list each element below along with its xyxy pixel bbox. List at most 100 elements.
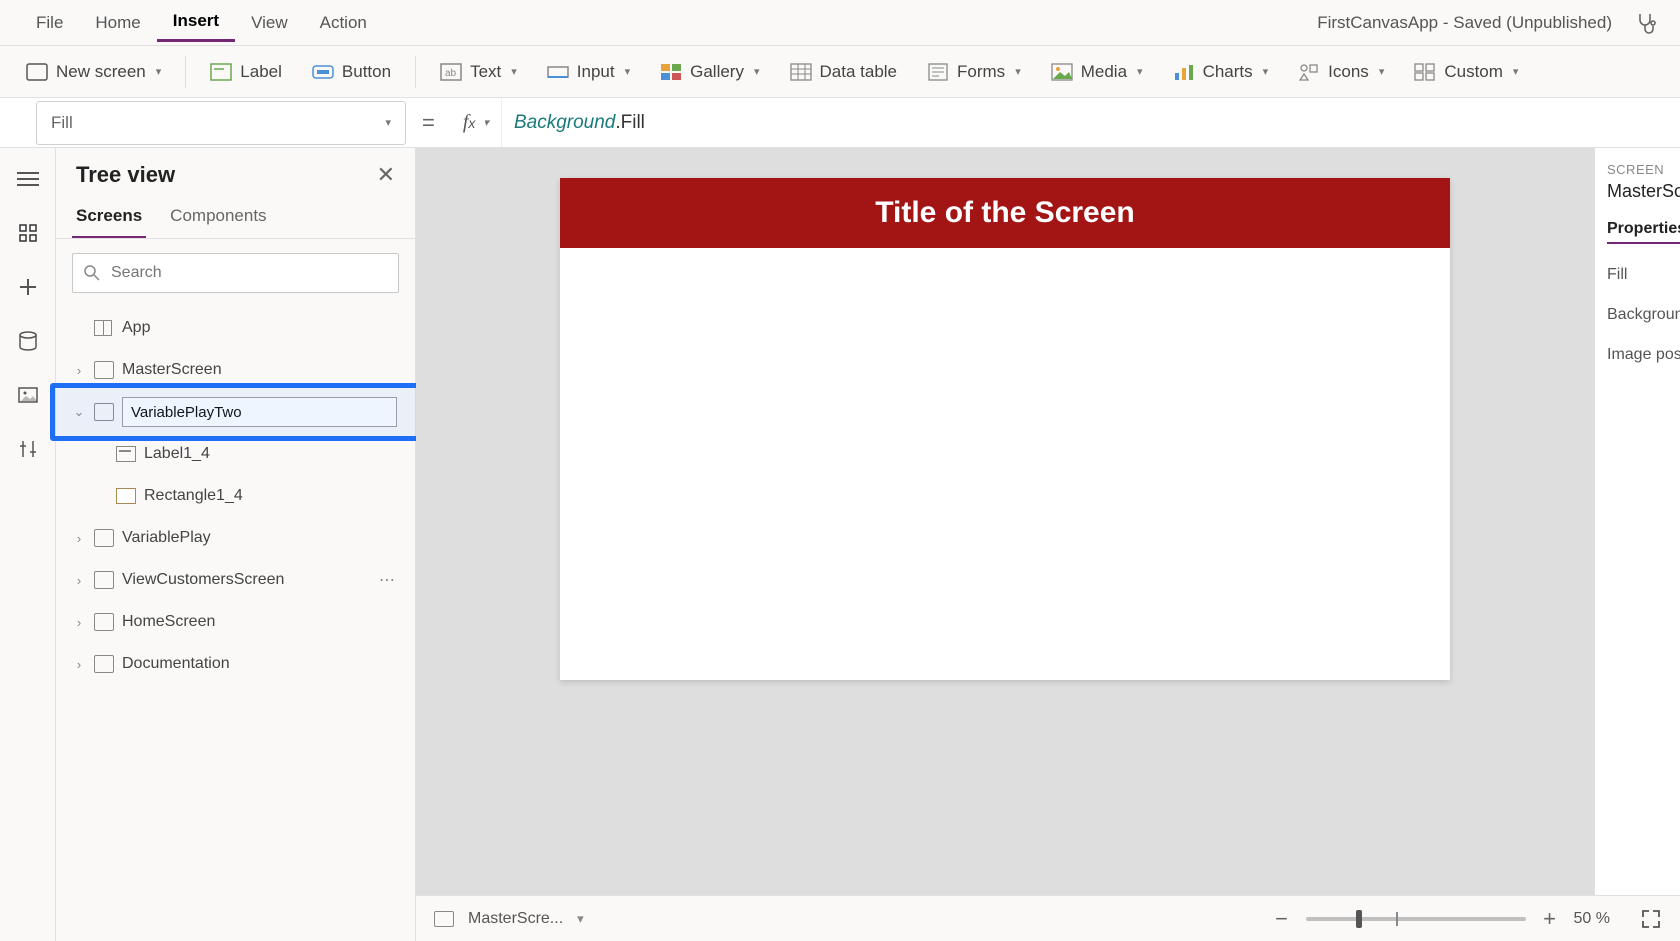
rename-input[interactable] xyxy=(122,397,397,427)
tree-item-masterscreen[interactable]: › MasterScreen xyxy=(64,349,407,391)
media-button[interactable]: Media ▾ xyxy=(1045,57,1149,87)
tree-item-app[interactable]: App xyxy=(64,307,407,349)
datatable-button[interactable]: Data table xyxy=(784,57,904,87)
prop-background[interactable]: Background xyxy=(1607,306,1668,324)
more-icon[interactable]: ⋯ xyxy=(379,570,397,590)
charts-btn-text: Charts xyxy=(1203,62,1253,82)
properties-panel: SCREEN MasterScre Properties Fill Backgr… xyxy=(1594,148,1680,941)
tree-view-title: Tree view xyxy=(76,162,175,188)
text-button[interactable]: ab Text ▾ xyxy=(434,57,523,87)
gallery-button[interactable]: Gallery ▾ xyxy=(654,57,765,87)
separator xyxy=(415,56,416,88)
ribbon-toolbar: New screen ▾ Label Button ab Text ▾ Inpu… xyxy=(0,46,1680,98)
zoom-control: − + 50 % xyxy=(1272,906,1662,932)
tree-item-editing[interactable]: ⌄ xyxy=(64,391,407,433)
tab-components[interactable]: Components xyxy=(166,196,270,238)
chevron-down-icon: ▾ xyxy=(1137,65,1143,78)
separator xyxy=(185,56,186,88)
search-input[interactable] xyxy=(72,253,399,293)
slider-thumb[interactable] xyxy=(1356,910,1362,928)
new-screen-label: New screen xyxy=(56,62,146,82)
zoom-slider[interactable] xyxy=(1306,917,1526,921)
tree-item-label: Label1_4 xyxy=(144,445,210,463)
forms-button[interactable]: Forms ▾ xyxy=(921,57,1027,87)
data-icon[interactable] xyxy=(15,328,41,354)
tree-tabs: Screens Components xyxy=(56,196,415,239)
chevron-down-icon[interactable]: ▾ xyxy=(577,911,584,927)
chevron-down-icon: ▾ xyxy=(385,116,391,129)
tree-item-label: App xyxy=(122,319,150,337)
menu-home[interactable]: Home xyxy=(79,5,156,41)
custom-button[interactable]: Custom ▾ xyxy=(1408,57,1524,87)
menu-file[interactable]: File xyxy=(20,5,79,41)
screen-icon xyxy=(26,61,48,83)
fullscreen-icon[interactable] xyxy=(1640,908,1662,930)
expand-icon[interactable]: › xyxy=(72,657,86,672)
search-field[interactable] xyxy=(111,264,388,282)
status-screen-name[interactable]: MasterScre... xyxy=(468,910,563,928)
label-button[interactable]: Label xyxy=(204,57,288,87)
screen-canvas[interactable]: Title of the Screen xyxy=(560,178,1450,680)
menu-action[interactable]: Action xyxy=(304,5,383,41)
tree-item-label1-4[interactable]: Label1_4 xyxy=(64,433,407,475)
svg-text:ab: ab xyxy=(445,68,457,79)
expand-icon[interactable]: › xyxy=(72,615,86,630)
tree-item-documentation[interactable]: › Documentation xyxy=(64,643,407,685)
expand-icon[interactable]: › xyxy=(72,363,86,378)
canvas-area[interactable]: Title of the Screen xyxy=(416,148,1594,941)
button-button[interactable]: Button xyxy=(306,57,397,87)
tab-properties[interactable]: Properties xyxy=(1607,220,1680,244)
rectangle-icon xyxy=(116,488,136,504)
screen-icon xyxy=(94,529,114,547)
search-icon xyxy=(83,264,101,282)
tree-item-rectangle1-4[interactable]: Rectangle1_4 xyxy=(64,475,407,517)
charts-button[interactable]: Charts ▾ xyxy=(1167,57,1275,87)
input-button[interactable]: Input ▾ xyxy=(541,57,636,87)
input-icon xyxy=(547,61,569,83)
chevron-down-icon: ▾ xyxy=(483,116,489,129)
close-icon[interactable]: ✕ xyxy=(377,162,395,188)
media-rail-icon[interactable] xyxy=(15,382,41,408)
tree-item-label: ViewCustomersScreen xyxy=(122,571,284,589)
advanced-tools-icon[interactable] xyxy=(15,436,41,462)
prop-fill[interactable]: Fill xyxy=(1607,266,1668,284)
screen-icon xyxy=(94,571,114,589)
screen-icon xyxy=(434,911,454,927)
screen-title-bar[interactable]: Title of the Screen xyxy=(560,178,1450,248)
zoom-value: 50 % xyxy=(1574,910,1610,928)
formula-input[interactable]: Background.Fill xyxy=(501,98,1680,147)
zoom-out-button[interactable]: − xyxy=(1272,906,1292,932)
prop-image-position[interactable]: Image posit xyxy=(1607,346,1668,364)
screen-icon xyxy=(94,655,114,673)
chevron-down-icon: ▾ xyxy=(156,65,162,78)
panel-section-label: SCREEN xyxy=(1607,162,1668,177)
property-selector[interactable]: Fill ▾ xyxy=(36,101,406,145)
formula-token-1: Background xyxy=(514,112,615,134)
gallery-btn-text: Gallery xyxy=(690,62,744,82)
menu-view[interactable]: View xyxy=(235,5,304,41)
collapse-icon[interactable]: ⌄ xyxy=(72,404,86,420)
chevron-down-icon: ▾ xyxy=(754,65,760,78)
charts-icon xyxy=(1173,61,1195,83)
equals-sign: = xyxy=(406,110,451,136)
tree-view-icon[interactable] xyxy=(15,220,41,246)
icons-button[interactable]: Icons ▾ xyxy=(1292,57,1390,87)
expand-icon[interactable]: › xyxy=(72,531,86,546)
new-screen-button[interactable]: New screen ▾ xyxy=(20,57,167,87)
zoom-in-button[interactable]: + xyxy=(1540,906,1560,932)
tree-item-label: Documentation xyxy=(122,655,230,673)
expand-icon[interactable]: › xyxy=(72,573,86,588)
button-icon xyxy=(312,61,334,83)
custom-icon xyxy=(1414,61,1436,83)
app-checker-icon[interactable] xyxy=(1632,9,1660,37)
hamburger-icon[interactable] xyxy=(15,166,41,192)
status-bar: MasterScre... ▾ − + 50 % xyxy=(416,895,1680,941)
tree-item-homescreen[interactable]: › HomeScreen xyxy=(64,601,407,643)
tree-item-viewcustomers[interactable]: › ViewCustomersScreen ⋯ xyxy=(64,559,407,601)
tab-screens[interactable]: Screens xyxy=(72,196,146,238)
tree-item-variableplay[interactable]: › VariablePlay xyxy=(64,517,407,559)
insert-icon[interactable] xyxy=(15,274,41,300)
menu-insert[interactable]: Insert xyxy=(157,3,235,42)
text-btn-text: Text xyxy=(470,62,501,82)
fx-label[interactable]: fx▾ xyxy=(451,111,501,134)
